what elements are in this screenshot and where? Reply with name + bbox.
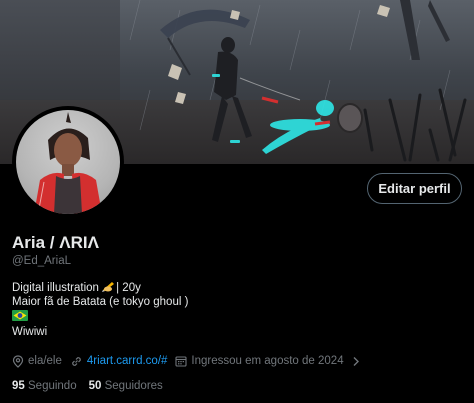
writing-hand-emoji: [102, 282, 115, 292]
followers-label: Seguidores: [104, 380, 163, 392]
website-item[interactable]: 4riart.carrd.co/#: [70, 355, 168, 368]
link-icon: [72, 356, 81, 366]
following-label: Seguindo: [28, 380, 77, 392]
display-name: Aria / ΛRIΛ: [12, 233, 99, 252]
follow-stats: 95 Seguindo 50 Seguidores: [12, 380, 175, 392]
pronouns-item: ela/ele: [12, 354, 62, 368]
joined-text: Ingressou em agosto de 2024: [191, 355, 344, 367]
chevron-right-icon[interactable]: [352, 356, 360, 367]
bio-line-2: Maior fã de Batata (e tokyo ghoul ): [12, 296, 189, 308]
calendar-icon: [175, 356, 187, 367]
following-count: 95: [12, 380, 25, 392]
bio-line-3: [12, 310, 188, 325]
location-icon: [12, 354, 24, 368]
user-handle: @Ed_AriaL: [12, 255, 71, 267]
joined-item: Ingressou em agosto de 2024: [175, 355, 344, 367]
pronouns-text: ela/ele: [28, 355, 62, 367]
avatar[interactable]: [12, 106, 124, 218]
avatar-image: [16, 110, 120, 214]
followers-link[interactable]: 50 Seguidores: [89, 380, 163, 392]
bio-line-4: Wiwiwi: [12, 326, 48, 338]
profile-meta: ela/ele 4riart.carrd.co/# Ingressou em a…: [12, 353, 364, 369]
bio-line-1: Digital illustration | 20y: [12, 280, 188, 295]
edit-profile-button[interactable]: Editar perfil: [367, 173, 462, 204]
bio: Digital illustration | 20y Maior fã de B…: [12, 280, 188, 340]
followers-count: 50: [88, 380, 102, 392]
bio-line-1-suffix: | 20y: [116, 282, 141, 294]
bio-line-1-text: Digital illustration: [12, 282, 103, 294]
brazil-flag-emoji: [12, 310, 28, 321]
website-link[interactable]: 4riart.carrd.co/#: [87, 355, 168, 367]
following-link[interactable]: 95 Seguindo: [12, 380, 77, 392]
